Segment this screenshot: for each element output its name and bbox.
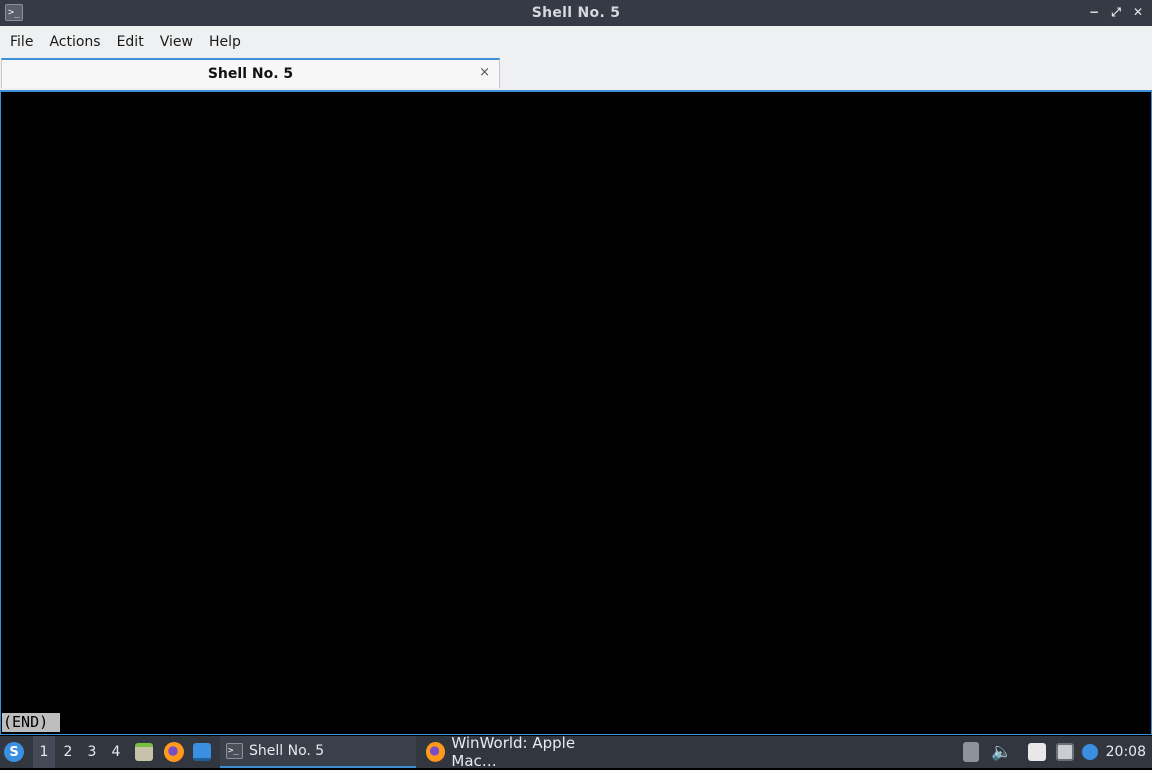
maximize-button[interactable]: ⤢ [1108, 3, 1124, 21]
desktop-icon [193, 743, 211, 761]
menu-edit[interactable]: Edit [111, 34, 150, 50]
task-shell-no-5[interactable]: >_ Shell No. 5 [220, 736, 416, 768]
notification-icon [1082, 744, 1098, 760]
file-manager-icon [135, 743, 153, 761]
window-title: Shell No. 5 [531, 5, 621, 21]
tray-arrow-icon [963, 742, 979, 762]
menu-file[interactable]: File [4, 34, 39, 50]
network-icon [1056, 743, 1074, 761]
text-cursor [49, 713, 59, 730]
terminal-icon: >_ [226, 743, 243, 759]
desktop-2[interactable]: 2 [57, 736, 79, 768]
close-button[interactable]: ✕ [1130, 3, 1146, 21]
tab-label: Shell No. 5 [207, 66, 294, 82]
menu-help[interactable]: Help [203, 34, 247, 50]
window-titlebar: >_ Shell No. 5 − ⤢ ✕ [0, 0, 1152, 26]
start-menu-icon: S [4, 742, 24, 762]
taskbar: S 1 2 3 4 >_ Shell No. 5 WinWorld: Apple… [0, 734, 1152, 770]
firefox-launcher[interactable] [164, 736, 184, 768]
desktop-1[interactable]: 1 [33, 736, 55, 768]
menu-bar: File Actions Edit View Help [0, 26, 1152, 57]
status-text: (END) [3, 713, 49, 731]
clipboard-icon [1028, 743, 1046, 761]
pager-status-line: (END) [2, 713, 61, 732]
task-label: Shell No. 5 [249, 743, 325, 759]
desktop-4[interactable]: 4 [105, 736, 127, 768]
task-winworld[interactable]: WinWorld: Apple Mac… [420, 734, 620, 770]
terminal-view[interactable]: (END) [0, 90, 1152, 735]
clipboard-tray[interactable] [1028, 736, 1046, 768]
terminal-icon[interactable]: >_ [5, 4, 23, 21]
file-manager-launcher[interactable] [135, 736, 153, 768]
tray-expand[interactable] [963, 736, 979, 768]
close-tab-icon[interactable]: × [479, 65, 490, 80]
start-menu-button[interactable]: S [4, 736, 28, 768]
clock[interactable]: 20:08 [1106, 736, 1146, 768]
task-label: WinWorld: Apple Mac… [451, 734, 576, 770]
firefox-icon [164, 742, 184, 762]
notification-tray[interactable] [1082, 736, 1098, 768]
volume-icon[interactable]: 🔈 [991, 736, 1012, 768]
tab-bar: Shell No. 5 × [0, 57, 1152, 90]
tab-shell[interactable]: Shell No. 5 × [1, 58, 500, 88]
desktop-3[interactable]: 3 [81, 736, 103, 768]
show-desktop-launcher[interactable] [193, 736, 211, 768]
firefox-icon [426, 742, 446, 762]
window-controls: − ⤢ ✕ [1086, 3, 1146, 21]
network-tray[interactable] [1056, 736, 1074, 768]
menu-view[interactable]: View [154, 34, 199, 50]
minimize-button[interactable]: − [1086, 3, 1102, 21]
menu-actions[interactable]: Actions [43, 34, 106, 50]
